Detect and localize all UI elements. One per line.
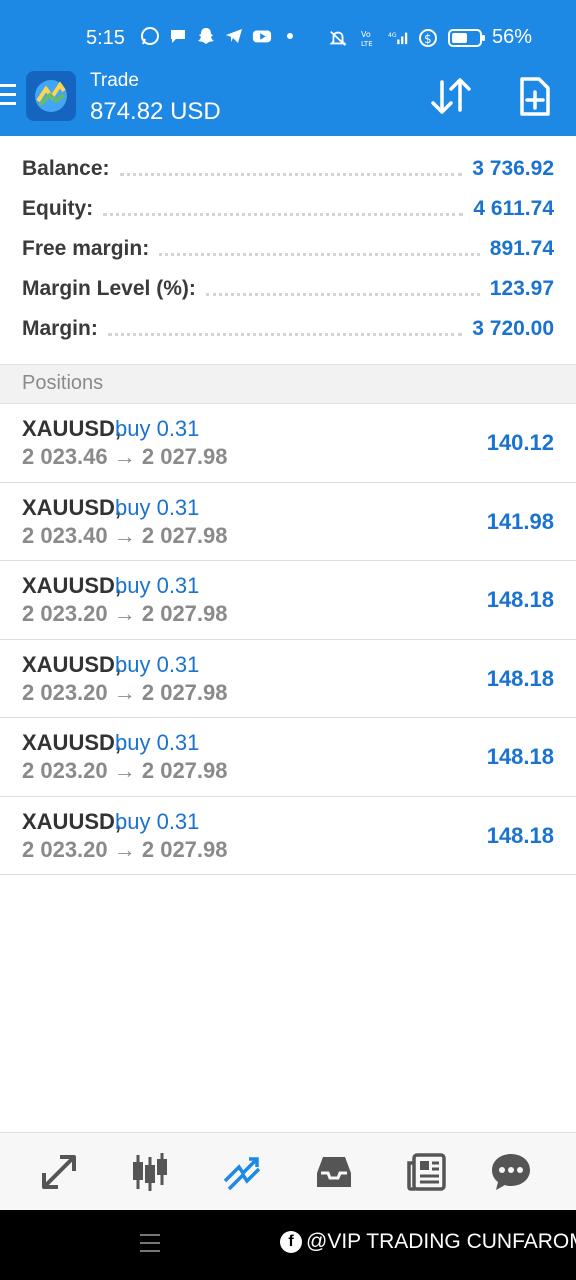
position-row[interactable]: XAUUSD, buy 0.31 2 023.40 → 2 027.98 141… — [0, 483, 576, 561]
position-direction: buy 0.31 — [115, 573, 200, 598]
status-time: 5:15 — [86, 27, 125, 49]
trade-icon[interactable] — [219, 1149, 265, 1195]
summary-value: 123.97 — [489, 277, 554, 300]
new-order-icon[interactable] — [514, 76, 554, 118]
summary-row-margin: Margin: 3 720.00 — [22, 309, 554, 349]
history-icon[interactable] — [311, 1149, 357, 1195]
account-summary: Balance: 3 736.92 Equity: 4 611.74 Free … — [0, 136, 576, 364]
position-symbol: XAUUSD, — [22, 730, 122, 755]
dotted-leader — [119, 172, 463, 176]
top-bar: 5:15 Vo LTE 4G $ 56% Trade 874.82 USD — [0, 0, 576, 136]
position-row[interactable]: XAUUSD, buy 0.31 2 023.20 → 2 027.98 148… — [0, 640, 576, 718]
chart-icon[interactable] — [127, 1149, 173, 1195]
position-profit: 140.12 — [486, 430, 554, 455]
summary-row-free-margin: Free margin: 891.74 — [22, 229, 554, 269]
system-nav-bar: f @VIP TRADING CUNFAROM — [0, 1210, 576, 1280]
position-prices: 2 023.40 → 2 027.98 — [22, 522, 228, 548]
position-profit: 148.18 — [486, 665, 554, 691]
snapchat-icon — [196, 26, 216, 46]
summary-value: 3 720.00 — [472, 317, 554, 340]
position-profit: 148.18 — [486, 822, 554, 848]
volte-icon: Vo LTE — [358, 28, 378, 48]
position-row[interactable]: XAUUSD, buy 0.31 2 023.20 → 2 027.98 148… — [0, 561, 576, 640]
svg-text:LTE: LTE — [361, 40, 373, 48]
menu-icon[interactable] — [0, 84, 18, 110]
position-profit: 141.98 — [486, 508, 554, 534]
positions-list: XAUUSD, buy 0.31 2 023.46 → 2 027.98 140… — [0, 404, 576, 875]
whatsapp-icon — [140, 26, 160, 46]
position-prices: 2 023.20 → 2 027.98 — [22, 679, 228, 705]
positions-header-label: Positions — [22, 372, 104, 394]
positions-header: Positions — [0, 364, 576, 404]
position-direction: buy 0.31 — [115, 651, 200, 677]
signal-4g-icon: 4G — [388, 28, 408, 48]
position-prices: 2 023.20 → 2 027.98 — [22, 758, 228, 783]
youtube-icon — [252, 26, 272, 46]
battery-icon — [447, 28, 485, 47]
summary-label: Balance: — [22, 157, 110, 180]
sort-icon[interactable] — [428, 76, 474, 116]
dollar-shield-icon: $ — [418, 28, 438, 48]
position-profit: 148.18 — [486, 587, 554, 612]
dotted-leader — [103, 212, 464, 216]
position-row[interactable]: XAUUSD, buy 0.31 2 023.20 → 2 027.98 148… — [0, 718, 576, 797]
summary-value: 3 736.92 — [472, 157, 554, 180]
facebook-icon: f — [280, 1231, 302, 1253]
dotted-leader — [107, 332, 463, 336]
position-prices: 2 023.46 → 2 027.98 — [22, 444, 228, 469]
position-direction: buy 0.31 — [115, 494, 200, 520]
app-bar: Trade 874.82 USD — [0, 62, 576, 136]
summary-label: Free margin: — [22, 237, 150, 260]
position-prices: 2 023.20 → 2 027.98 — [22, 601, 228, 626]
mute-icon — [328, 28, 348, 48]
position-direction: buy 0.31 — [115, 808, 200, 834]
summary-row-equity: Equity: 4 611.74 — [22, 189, 554, 229]
position-row[interactable]: XAUUSD, buy 0.31 2 023.46 → 2 027.98 140… — [0, 404, 576, 483]
svg-text:Vo: Vo — [361, 30, 371, 39]
notification-icons — [140, 26, 300, 46]
summary-row-balance: Balance: 3 736.92 — [22, 149, 554, 189]
dot-icon — [280, 26, 300, 46]
position-symbol: XAUUSD, — [22, 808, 122, 834]
dotted-leader — [159, 252, 480, 256]
messages-icon[interactable] — [488, 1149, 534, 1195]
position-direction: buy 0.31 — [115, 730, 200, 755]
quotes-icon[interactable] — [36, 1149, 82, 1195]
battery-percent: 56% — [491, 26, 532, 48]
summary-label: Margin Level (%): — [22, 277, 196, 300]
position-prices: 2 023.20 → 2 027.98 — [22, 836, 228, 862]
watermark-text: @VIP TRADING CUNFAROM — [306, 1230, 576, 1253]
position-direction: buy 0.31 — [115, 416, 200, 441]
position-row[interactable]: XAUUSD, buy 0.31 2 023.20 → 2 027.98 148… — [0, 797, 576, 875]
system-icons: Vo LTE 4G $ 56% — [328, 26, 532, 49]
summary-value: 891.74 — [489, 237, 554, 260]
position-symbol: XAUUSD, — [22, 573, 122, 598]
metatrader-logo[interactable] — [26, 71, 76, 121]
summary-value: 4 611.74 — [473, 197, 554, 220]
bottom-nav — [0, 1132, 576, 1210]
battery-level — [451, 32, 467, 43]
position-profit: 148.18 — [486, 744, 554, 769]
dotted-leader — [205, 292, 480, 296]
summary-label: Equity: — [22, 197, 94, 220]
account-profit: 874.82 USD — [90, 98, 221, 125]
summary-label: Margin: — [22, 317, 98, 340]
recent-apps-icon[interactable] — [140, 1234, 160, 1258]
app-title: Trade — [90, 70, 139, 91]
messages-icon — [168, 26, 188, 46]
position-symbol: XAUUSD, — [22, 416, 122, 441]
svg-text:$: $ — [424, 32, 432, 46]
news-icon[interactable] — [403, 1149, 449, 1195]
telegram-icon — [224, 26, 244, 46]
position-symbol: XAUUSD, — [22, 494, 122, 520]
watermark: f @VIP TRADING CUNFAROM — [280, 1230, 576, 1254]
position-symbol: XAUUSD, — [22, 651, 122, 677]
summary-row-margin-level: Margin Level (%): 123.97 — [22, 269, 554, 309]
svg-text:4G: 4G — [388, 32, 397, 39]
